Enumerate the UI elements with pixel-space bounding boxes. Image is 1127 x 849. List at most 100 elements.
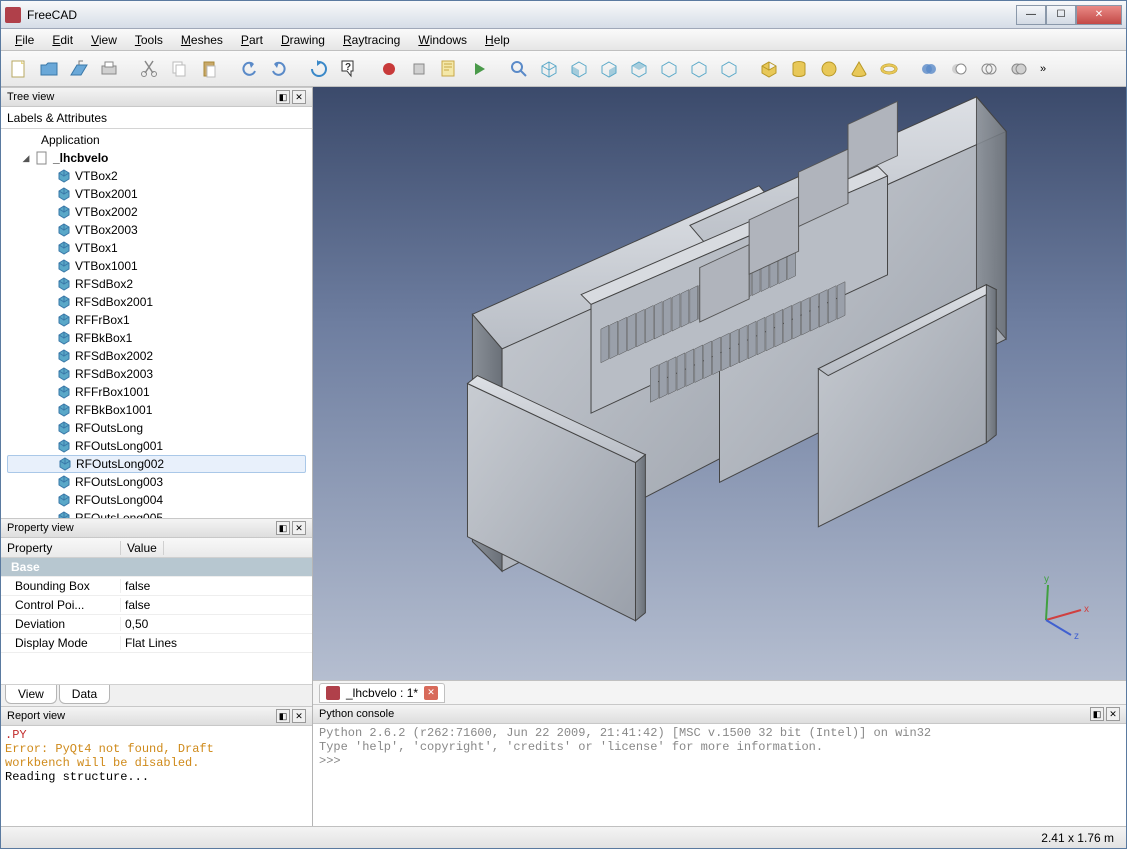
tree-item-RFBkBox1001[interactable]: RFBkBox1001	[1, 401, 312, 419]
tree-item-icon	[57, 385, 71, 399]
close-button[interactable]: ✕	[1076, 5, 1122, 25]
tree-item-RFSdBox2003[interactable]: RFSdBox2003	[1, 365, 312, 383]
report-panel-undock-button[interactable]: ◧	[276, 709, 290, 723]
console-body[interactable]: Python 2.6.2 (r262:71600, Jun 22 2009, 2…	[313, 724, 1126, 826]
property-row[interactable]: Control Poi... false	[1, 596, 312, 615]
3d-viewport[interactable]: x y z	[313, 87, 1126, 680]
refresh-button[interactable]	[305, 55, 333, 83]
property-row[interactable]: Display Mode Flat Lines	[1, 634, 312, 653]
undo-button[interactable]	[235, 55, 263, 83]
tree-item-RFBkBox1[interactable]: RFBkBox1	[1, 329, 312, 347]
property-tab-view[interactable]: View	[5, 685, 57, 704]
bool-fuse-button[interactable]	[915, 55, 943, 83]
macro-edit-button[interactable]	[435, 55, 463, 83]
tree-item-label: VTBox1	[75, 241, 118, 255]
maximize-button[interactable]: ☐	[1046, 5, 1076, 25]
svg-text:?: ?	[345, 62, 351, 73]
document-tab[interactable]: _lhcbvelo : 1* ✕	[319, 683, 445, 703]
property-panel-close-button[interactable]: ✕	[292, 521, 306, 535]
view-iso-button[interactable]	[535, 55, 563, 83]
tree-item-RFOutsLong[interactable]: RFOutsLong	[1, 419, 312, 437]
prim-torus-button[interactable]	[875, 55, 903, 83]
report-panel-close-button[interactable]: ✕	[292, 709, 306, 723]
copy-button[interactable]	[165, 55, 193, 83]
menu-raytracing[interactable]: Raytracing	[335, 31, 408, 49]
tree-item-RFOutsLong005[interactable]: RFOutsLong005	[1, 509, 312, 518]
macro-stop-button[interactable]	[405, 55, 433, 83]
tree-body[interactable]: Application ◢ _lhcbvelo VTBox2 VTBox2001…	[1, 129, 312, 518]
prim-sphere-button[interactable]	[815, 55, 843, 83]
tree-item-label: RFFrBox1001	[75, 385, 150, 399]
bool-common-button[interactable]	[975, 55, 1003, 83]
tree-item-VTBox1[interactable]: VTBox1	[1, 239, 312, 257]
paste-button[interactable]	[195, 55, 223, 83]
tree-item-RFSdBox2001[interactable]: RFSdBox2001	[1, 293, 312, 311]
menu-tools[interactable]: Tools	[127, 31, 171, 49]
print-button[interactable]	[95, 55, 123, 83]
tree-item-icon	[57, 241, 71, 255]
open-button[interactable]	[35, 55, 63, 83]
menu-view[interactable]: View	[83, 31, 125, 49]
zoom-fit-button[interactable]	[505, 55, 533, 83]
new-button[interactable]	[5, 55, 33, 83]
tree-item-VTBox2001[interactable]: VTBox2001	[1, 185, 312, 203]
prim-box-button[interactable]	[755, 55, 783, 83]
console-panel-undock-button[interactable]: ◧	[1090, 707, 1104, 721]
view-right-button[interactable]	[595, 55, 623, 83]
tree-item-RFFrBox1[interactable]: RFFrBox1	[1, 311, 312, 329]
tree-item-RFSdBox2[interactable]: RFSdBox2	[1, 275, 312, 293]
tree-doc[interactable]: ◢ _lhcbvelo	[1, 149, 312, 167]
prim-cone-button[interactable]	[845, 55, 873, 83]
minimize-button[interactable]: —	[1016, 5, 1046, 25]
view-left-button[interactable]	[685, 55, 713, 83]
cut-button[interactable]	[135, 55, 163, 83]
tree-item-VTBox2[interactable]: VTBox2	[1, 167, 312, 185]
property-panel-undock-button[interactable]: ◧	[276, 521, 290, 535]
whatsthis-button[interactable]: ?	[335, 55, 363, 83]
save-button[interactable]	[65, 55, 93, 83]
property-row[interactable]: Deviation 0,50	[1, 615, 312, 634]
tree-panel-close-button[interactable]: ✕	[292, 90, 306, 104]
tree-item-RFOutsLong003[interactable]: RFOutsLong003	[1, 473, 312, 491]
bool-cut-button[interactable]	[945, 55, 973, 83]
property-value[interactable]: false	[121, 579, 150, 593]
tree-root[interactable]: Application	[1, 131, 312, 149]
tree-item-RFSdBox2002[interactable]: RFSdBox2002	[1, 347, 312, 365]
view-rear-button[interactable]	[655, 55, 683, 83]
property-row[interactable]: Bounding Box false	[1, 577, 312, 596]
tree-item-VTBox2003[interactable]: VTBox2003	[1, 221, 312, 239]
menu-part[interactable]: Part	[233, 31, 271, 49]
macro-record-button[interactable]	[375, 55, 403, 83]
menu-windows[interactable]: Windows	[410, 31, 475, 49]
tree-item-RFFrBox1001[interactable]: RFFrBox1001	[1, 383, 312, 401]
redo-button[interactable]	[265, 55, 293, 83]
report-body[interactable]: .PYError: PyQt4 not found, Draftworkbenc…	[1, 726, 312, 826]
view-bottom-button[interactable]	[715, 55, 743, 83]
tree-item-VTBox1001[interactable]: VTBox1001	[1, 257, 312, 275]
menu-file[interactable]: File	[7, 31, 42, 49]
macro-play-button[interactable]	[465, 55, 493, 83]
property-value[interactable]: Flat Lines	[121, 636, 177, 650]
document-tab-close-button[interactable]: ✕	[424, 686, 438, 700]
tree-item-RFOutsLong002[interactable]: RFOutsLong002	[7, 455, 306, 473]
property-value[interactable]: false	[121, 598, 150, 612]
console-panel-close-button[interactable]: ✕	[1106, 707, 1120, 721]
menu-drawing[interactable]: Drawing	[273, 31, 333, 49]
menu-edit[interactable]: Edit	[44, 31, 81, 49]
property-tab-data[interactable]: Data	[59, 685, 110, 704]
toolbar-more-button[interactable]: »	[1035, 55, 1051, 83]
menu-help[interactable]: Help	[477, 31, 518, 49]
tree-columns-header: Labels & Attributes	[1, 107, 312, 129]
view-front-button[interactable]	[565, 55, 593, 83]
tree-item-RFOutsLong004[interactable]: RFOutsLong004	[1, 491, 312, 509]
property-value[interactable]: 0,50	[121, 617, 148, 631]
expander-icon	[43, 387, 53, 397]
tree-panel-undock-button[interactable]: ◧	[276, 90, 290, 104]
tree-item-VTBox2002[interactable]: VTBox2002	[1, 203, 312, 221]
view-top-button[interactable]	[625, 55, 653, 83]
bool-section-button[interactable]	[1005, 55, 1033, 83]
menu-meshes[interactable]: Meshes	[173, 31, 231, 49]
tree-item-label: VTBox2001	[75, 187, 138, 201]
prim-cylinder-button[interactable]	[785, 55, 813, 83]
tree-item-RFOutsLong001[interactable]: RFOutsLong001	[1, 437, 312, 455]
